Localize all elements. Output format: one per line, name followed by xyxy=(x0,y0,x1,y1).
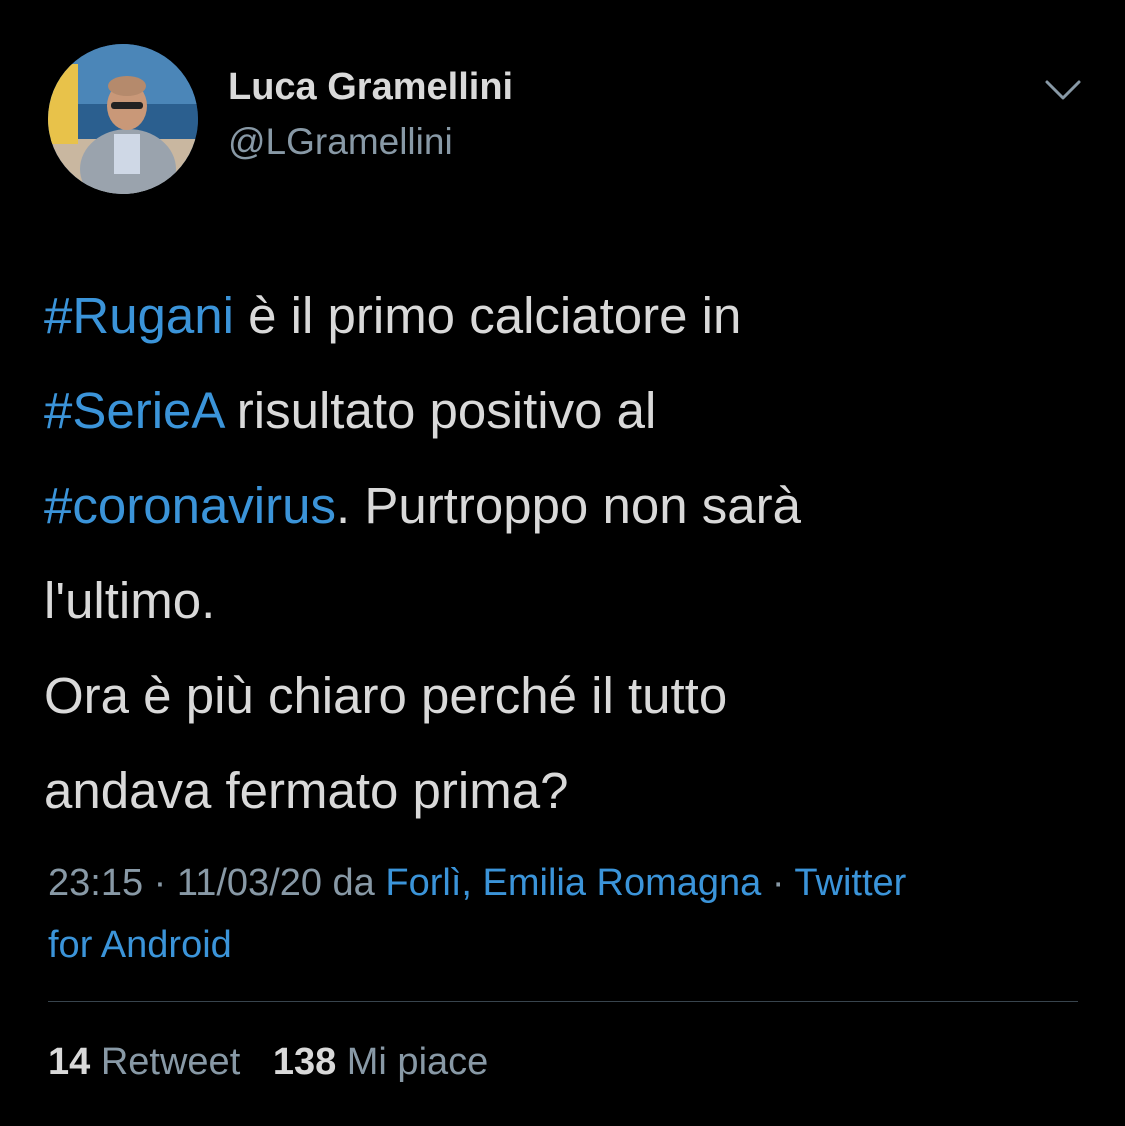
tweet-text: #Rugani è il primo calciatore in #SerieA… xyxy=(44,268,1084,838)
client-link[interactable]: Twitter xyxy=(794,862,906,904)
tweet-text-segment: l'ultimo. xyxy=(44,572,216,629)
tweet-text-segment: è il primo calciatore in xyxy=(233,287,742,344)
author-handle[interactable]: @LGramellini xyxy=(228,121,453,163)
tweet-line: andava fermato prima? xyxy=(44,743,1084,838)
hashtag-link[interactable]: #SerieA xyxy=(44,382,223,439)
tweet-line: #coronavirus. Purtroppo non sarà xyxy=(44,458,1084,553)
tweet-metadata: 23:15 · 11/03/20 da Forlì, Emilia Romagn… xyxy=(48,852,1088,976)
tweet-time[interactable]: 23:15 xyxy=(48,862,143,904)
divider xyxy=(48,1001,1078,1002)
separator-dot: · xyxy=(153,862,167,904)
separator-dot: · xyxy=(771,862,785,904)
hashtag-link[interactable]: #coronavirus xyxy=(44,477,336,534)
retweets-stat[interactable]: 14 Retweet xyxy=(48,1041,251,1083)
metadata-line: for Android xyxy=(48,914,1088,976)
likes-stat[interactable]: 138 Mi piace xyxy=(273,1041,488,1083)
retweets-label: Retweet xyxy=(100,1041,241,1083)
tweet-line: l'ultimo. xyxy=(44,553,1084,648)
tweet-line: #SerieA risultato positivo al xyxy=(44,363,1084,458)
likes-label: Mi piace xyxy=(346,1041,489,1083)
chevron-down-icon[interactable] xyxy=(1043,76,1083,104)
author-display-name[interactable]: Luca Gramellini xyxy=(228,66,513,109)
tweet-text-segment: . Purtroppo non sarà xyxy=(335,477,801,534)
tweet-date[interactable]: 11/03/20 xyxy=(177,862,322,904)
hashtag-link[interactable]: #Rugani xyxy=(44,287,234,344)
via-word: da xyxy=(332,862,375,904)
tweet-text-segment: Ora è più chiaro perché il tutto xyxy=(44,667,728,724)
retweets-count: 14 xyxy=(48,1041,91,1083)
tweet-line: Ora è più chiaro perché il tutto xyxy=(44,648,1084,743)
avatar-photo xyxy=(48,44,198,194)
metadata-line: 23:15 · 11/03/20 da Forlì, Emilia Romagn… xyxy=(48,852,1088,914)
tweet-text-segment: andava fermato prima? xyxy=(44,762,569,819)
likes-count: 138 xyxy=(272,1041,337,1083)
tweet-text-segment: risultato positivo al xyxy=(222,382,657,439)
avatar[interactable] xyxy=(48,44,198,194)
client-link-continued[interactable]: for Android xyxy=(48,924,232,966)
tweet-line: #Rugani è il primo calciatore in xyxy=(44,268,1084,363)
tweet-stats: 14 Retweet 138 Mi piace xyxy=(48,1036,510,1088)
location-link[interactable]: Forlì, Emilia Romagna xyxy=(385,862,761,904)
